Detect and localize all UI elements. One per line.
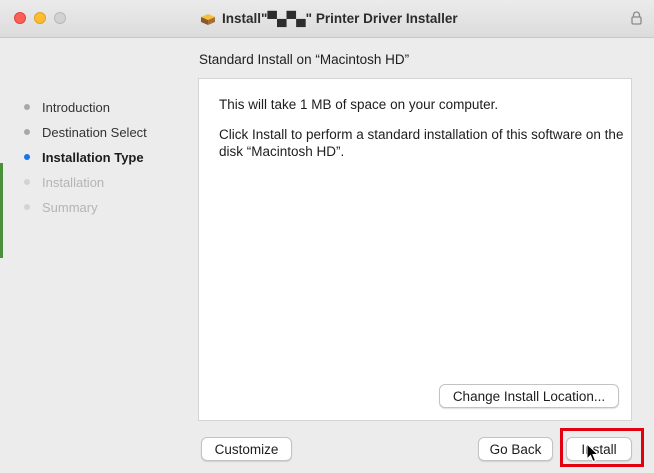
content-panel: This will take 1 MB of space on your com… xyxy=(198,78,632,421)
zoom-button[interactable] xyxy=(54,12,66,24)
step-bullet-current xyxy=(24,154,30,160)
page-heading: Standard Install on “Macintosh HD” xyxy=(199,52,410,67)
step-bullet xyxy=(24,179,30,185)
installer-window: Install"▀▄▀▄" Printer Driver Installer I… xyxy=(0,0,654,473)
sidebar-item-label: Summary xyxy=(42,199,98,215)
sidebar-item-introduction: Introduction xyxy=(24,97,110,117)
sidebar-accent-bar xyxy=(0,163,3,258)
window-title: Install"▀▄▀▄" Printer Driver Installer xyxy=(222,11,458,26)
step-bullet xyxy=(24,104,30,110)
step-bullet xyxy=(24,129,30,135)
sidebar-item-summary: Summary xyxy=(24,197,98,217)
install-button-highlight xyxy=(560,428,644,467)
mouse-cursor-icon xyxy=(586,443,600,463)
sidebar-item-destination-select: Destination Select xyxy=(24,122,147,142)
title-bar[interactable]: Install"▀▄▀▄" Printer Driver Installer xyxy=(0,0,654,38)
minimize-button[interactable] xyxy=(34,12,46,24)
close-button[interactable] xyxy=(14,12,26,24)
install-instructions-text: Click Install to perform a standard inst… xyxy=(219,127,624,159)
steps-sidebar: Introduction Destination Select Installa… xyxy=(0,38,190,473)
go-back-button[interactable]: Go Back xyxy=(478,437,553,461)
sidebar-item-label: Installation Type xyxy=(42,149,144,165)
space-required-text: This will take 1 MB of space on your com… xyxy=(219,97,499,112)
step-bullet xyxy=(24,204,30,210)
sidebar-item-installation-type: Installation Type xyxy=(24,147,144,167)
sidebar-item-installation: Installation xyxy=(24,172,104,192)
package-icon xyxy=(201,13,215,25)
change-install-location-button[interactable]: Change Install Location... xyxy=(439,384,619,408)
customize-button[interactable]: Customize xyxy=(201,437,292,461)
sidebar-item-label: Installation xyxy=(42,174,105,190)
sidebar-item-label: Introduction xyxy=(42,99,110,115)
window-title-group: Install"▀▄▀▄" Printer Driver Installer xyxy=(200,0,458,37)
sidebar-item-label: Destination Select xyxy=(42,124,147,140)
lock-icon xyxy=(631,11,642,25)
